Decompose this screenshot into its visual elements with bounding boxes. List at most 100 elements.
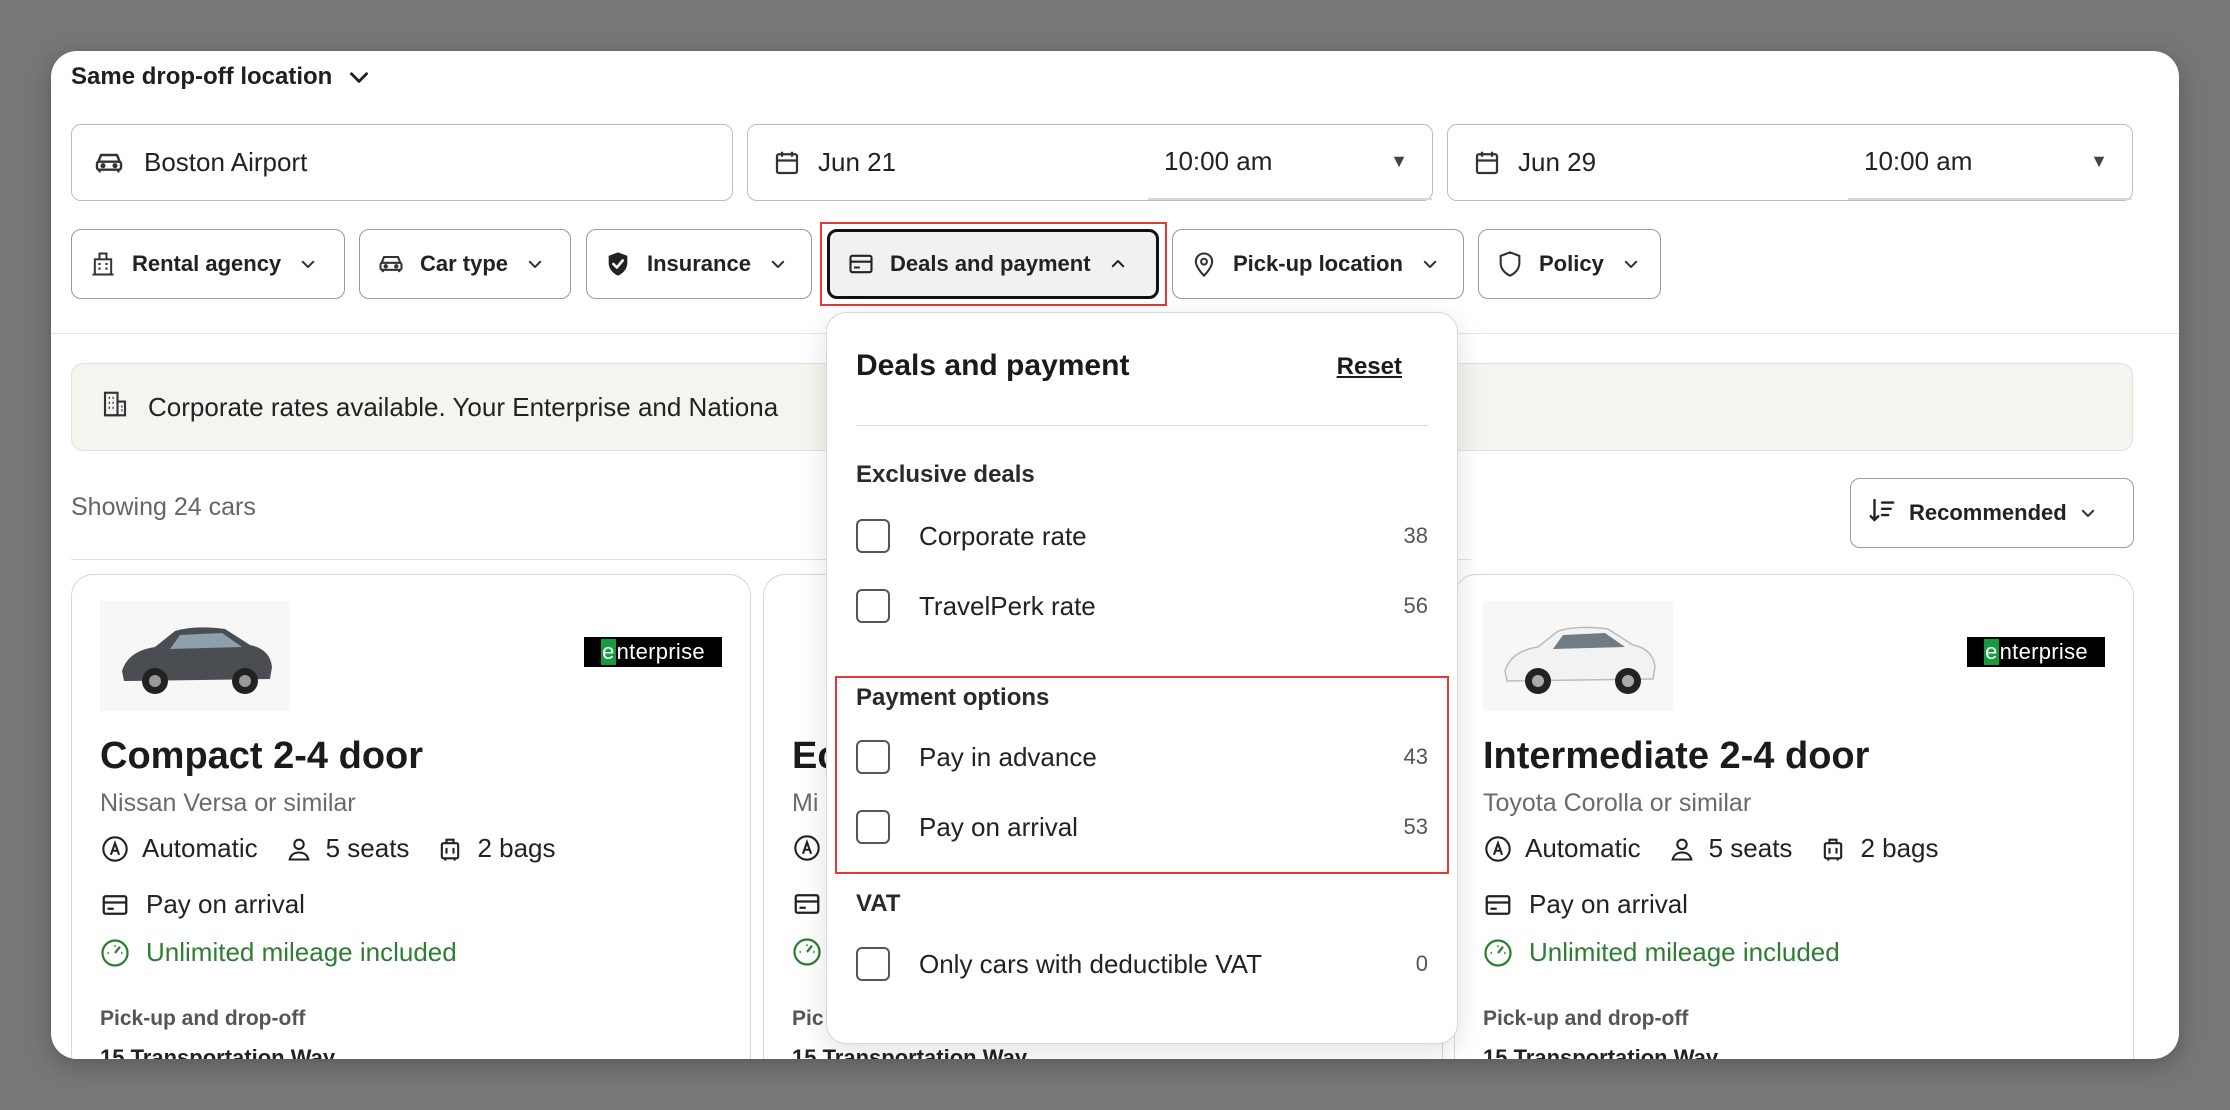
mileage-info <box>792 937 822 967</box>
car-subtitle: Mi <box>792 789 819 817</box>
car-specs <box>792 833 822 863</box>
credit-card-icon <box>1485 894 1511 915</box>
car-title: Intermediate 2-4 door <box>1483 735 1870 777</box>
filter-label: Insurance <box>647 251 751 276</box>
filter-insurance[interactable]: Insurance <box>586 229 812 299</box>
pickup-datetime-field: Jun 21 10:00 am ▼ <box>747 124 1433 201</box>
car-subtitle: Toyota Corolla or similar <box>1483 789 1752 817</box>
car-specs: Automatic 5 seats 2 bags <box>100 833 556 864</box>
checkbox[interactable] <box>856 589 890 623</box>
building-icon <box>88 249 118 279</box>
option-count: 56 <box>1403 593 1428 618</box>
speedometer-icon <box>101 938 129 967</box>
sort-icon <box>1867 495 1897 531</box>
person-icon <box>284 834 314 864</box>
speedometer-icon <box>1484 938 1512 967</box>
results-count: Showing 24 cars <box>71 493 256 521</box>
chevron-down-icon <box>301 260 315 268</box>
pickup-address: 15 Transportation Way <box>1483 1045 1719 1059</box>
location-value: Boston Airport <box>144 147 308 177</box>
option-travelperk-rate[interactable]: TravelPerk rate 56 <box>856 586 1428 626</box>
filter-label: Policy <box>1539 251 1604 276</box>
mileage-info: Unlimited mileage included <box>100 937 457 968</box>
car-image <box>1483 601 1673 711</box>
payment-info: Pay on arrival <box>100 889 305 920</box>
filter-rental-agency[interactable]: Rental agency <box>71 229 345 299</box>
office-building-icon <box>100 389 130 426</box>
reset-link[interactable]: Reset <box>1337 353 1402 381</box>
pickup-address: 15 Transportation Way <box>100 1045 336 1059</box>
chevron-down-icon <box>528 260 542 268</box>
option-label: Pay on arrival <box>919 811 1078 842</box>
dropoff-toggle[interactable]: Same drop-off location <box>71 59 372 95</box>
credit-card-icon <box>846 249 876 279</box>
filter-car-type[interactable]: Car type <box>359 229 571 299</box>
automatic-transmission-icon <box>792 833 822 863</box>
calendar-icon <box>770 146 804 180</box>
pickup-time-value: 10:00 am <box>1164 146 1273 176</box>
checkbox[interactable] <box>856 740 890 774</box>
pickup-label: Pick-up and drop-off <box>1483 1007 1689 1030</box>
exclusive-deals-heading: Exclusive deals <box>856 461 1035 488</box>
credit-card-icon <box>102 894 128 915</box>
car-image <box>100 601 290 711</box>
chevron-down-icon <box>350 72 369 83</box>
return-time-select[interactable]: 10:00 am ▼ <box>1848 125 2132 200</box>
option-count: 53 <box>1403 814 1428 839</box>
filter-deals-payment[interactable]: Deals and payment <box>827 229 1159 299</box>
option-count: 38 <box>1403 523 1428 548</box>
chevron-down-icon <box>1423 260 1437 268</box>
checkbox[interactable] <box>856 519 890 553</box>
mileage-info: Unlimited mileage included <box>1483 937 1840 968</box>
banner-text: Corporate rates available. Your Enterpri… <box>148 391 779 422</box>
map-pin-icon <box>1189 249 1219 279</box>
sort-select[interactable]: Recommended <box>1850 478 2134 548</box>
pickup-date-input[interactable]: Jun 21 <box>770 125 1170 200</box>
app-window: Same drop-off location Boston Airport Ju… <box>51 51 2179 1059</box>
car-card[interactable]: e nterprise Intermediate 2-4 door Toyota … <box>1454 574 2134 1059</box>
option-deductible-vat[interactable]: Only cars with deductible VAT 0 <box>856 944 1428 984</box>
return-date-input[interactable]: Jun 29 <box>1470 125 1870 200</box>
checkbox[interactable] <box>856 947 890 981</box>
pickup-time-select[interactable]: 10:00 am ▼ <box>1148 125 1432 200</box>
enterprise-logo: e nterprise <box>584 637 722 667</box>
pickup-date-value: Jun 21 <box>818 147 897 177</box>
pickup-location-field[interactable]: Boston Airport <box>71 124 733 201</box>
enterprise-logo: e nterprise <box>1967 637 2105 667</box>
filter-pickup-location[interactable]: Pick-up location <box>1172 229 1464 299</box>
car-card[interactable]: e nterprise Compact 2-4 door Nissan Versa… <box>71 574 751 1059</box>
deals-payment-dropdown: Deals and payment Reset Exclusive deals … <box>826 312 1458 1044</box>
return-time-value: 10:00 am <box>1864 146 1973 176</box>
option-label: Corporate rate <box>919 520 1087 551</box>
return-date-value: Jun 29 <box>1518 147 1597 177</box>
payment-info <box>792 889 822 919</box>
checkbox[interactable] <box>856 810 890 844</box>
option-pay-on-arrival[interactable]: Pay on arrival 53 <box>856 807 1428 847</box>
option-label: Only cars with deductible VAT <box>919 948 1262 979</box>
option-label: Pay in advance <box>919 741 1097 772</box>
pickup-address: 15 Transportation Way <box>792 1045 1028 1059</box>
option-count: 0 <box>1415 951 1428 976</box>
luggage-icon <box>1818 834 1848 864</box>
filter-label: Car type <box>420 251 509 276</box>
filter-label: Deals and payment <box>890 251 1091 276</box>
automatic-transmission-icon <box>1483 834 1513 864</box>
shield-check-icon <box>603 249 633 279</box>
car-title: Compact 2-4 door <box>100 735 424 777</box>
option-corporate-rate[interactable]: Corporate rate 38 <box>856 516 1428 556</box>
option-pay-in-advance[interactable]: Pay in advance 43 <box>856 737 1428 777</box>
chevron-down-icon <box>2081 509 2094 517</box>
filter-label: Pick-up location <box>1233 251 1403 276</box>
pickup-label: Pick-up and drop-off <box>100 1007 306 1030</box>
dropdown-title: Deals and payment <box>856 349 1130 382</box>
option-label: TravelPerk rate <box>919 590 1096 621</box>
car-icon <box>376 249 406 279</box>
chevron-up-icon <box>1111 260 1124 268</box>
filter-policy[interactable]: Policy <box>1478 229 1661 299</box>
chevron-down-icon <box>1624 260 1638 268</box>
car-icon <box>92 146 126 180</box>
sort-label: Recommended <box>1909 500 2067 525</box>
credit-card-icon <box>794 894 820 914</box>
caret-down-icon: ▼ <box>1390 151 1408 171</box>
filter-label: Rental agency <box>132 251 282 276</box>
